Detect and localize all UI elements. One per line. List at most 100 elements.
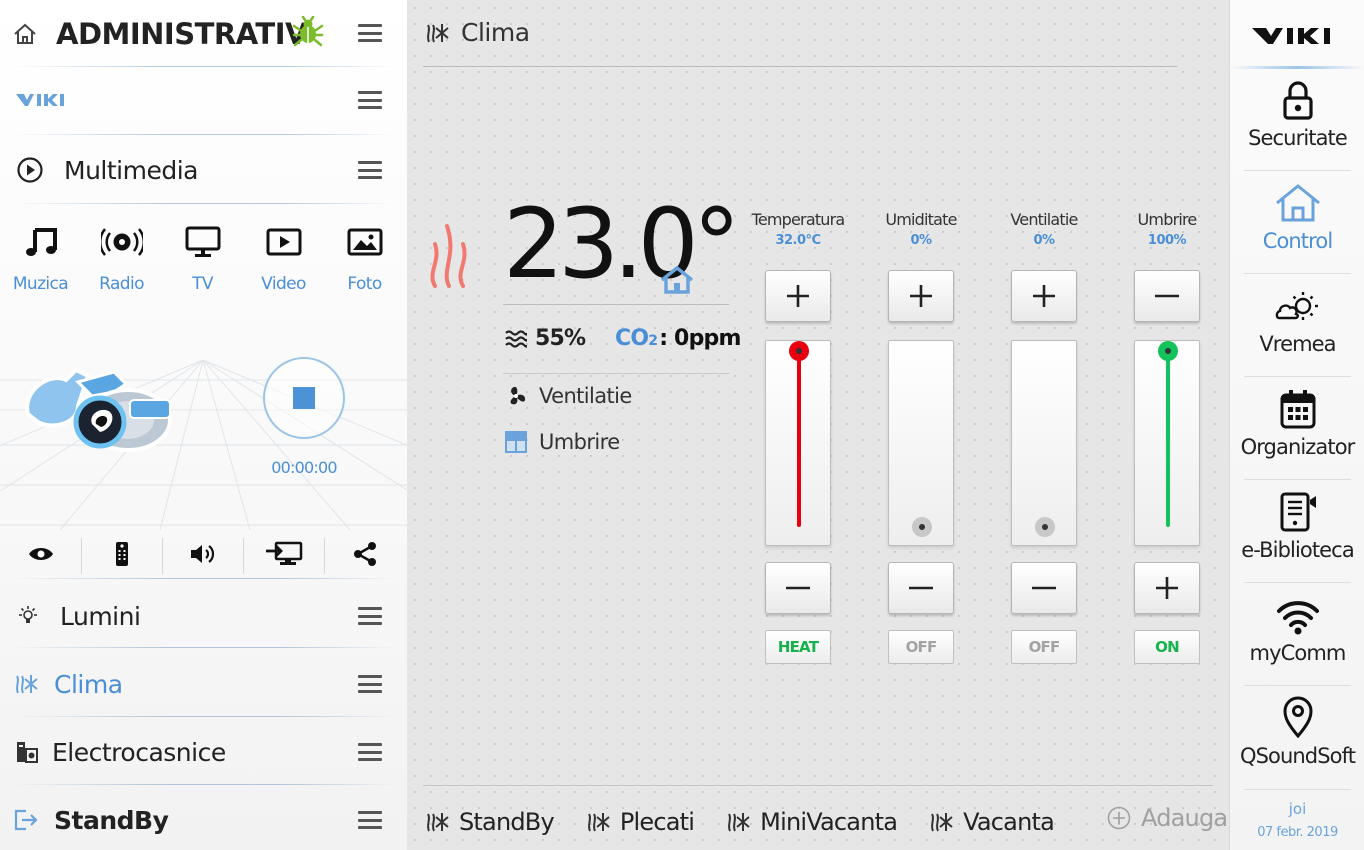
media-photo[interactable]: Foto (324, 222, 405, 302)
media-music[interactable]: Muzica (0, 222, 81, 302)
slider-track[interactable] (1134, 340, 1200, 546)
separator (1244, 582, 1351, 583)
increase-button[interactable] (888, 270, 954, 322)
scene-standby[interactable]: StandBy (425, 808, 555, 836)
decrease-button[interactable] (765, 562, 831, 614)
climate-icon (586, 811, 610, 833)
nav-mycomm[interactable]: myComm (1230, 585, 1364, 688)
option-umbrire[interactable]: Umbrire (505, 430, 620, 454)
control-value: 0% (910, 233, 932, 248)
media-label: Muzica (12, 274, 69, 294)
radio-icon (100, 227, 143, 257)
separator (12, 716, 396, 717)
control-value: 32.0°C (775, 233, 821, 248)
nav-securitate[interactable]: Securitate (1230, 70, 1364, 173)
separator (1230, 66, 1364, 69)
clima-menu-button[interactable] (358, 675, 382, 693)
media-label: TV (192, 274, 213, 294)
appliance-icon (16, 741, 38, 763)
window-blinds-icon (505, 431, 527, 453)
separator (12, 578, 396, 579)
plus-icon (1032, 284, 1056, 308)
nav-control[interactable]: Control (1230, 173, 1364, 276)
left-sidebar: ADMINISTRATIV Multimedia Muzica Radio TV… (0, 0, 407, 850)
heating-flame-icon (427, 222, 471, 288)
share-button[interactable] (324, 532, 405, 576)
slider-knob[interactable] (1158, 341, 1178, 361)
nav-vremea[interactable]: Vremea (1230, 276, 1364, 379)
scene-minivacanta[interactable]: MiniVacanta (726, 808, 898, 836)
scene-bar: StandBy Plecati MiniVacanta Vacanta (425, 800, 1086, 844)
separator (12, 647, 396, 648)
control-value: 100% (1147, 233, 1187, 248)
status-button[interactable]: OFF (888, 630, 954, 664)
stop-button[interactable] (263, 357, 345, 439)
separator (1244, 789, 1351, 790)
home-mode-icon (659, 265, 695, 295)
sidebar-item-electrocasnice[interactable]: Electrocasnice (12, 732, 396, 772)
sidebar-item-label: Clima (54, 669, 123, 699)
scene-plecati[interactable]: Plecati (586, 808, 695, 836)
slider-knob[interactable] (912, 517, 932, 537)
decrease-button[interactable] (888, 562, 954, 614)
home-icon (1274, 183, 1322, 223)
bug-icon[interactable] (292, 16, 324, 48)
co2-reading: CO 2 : 0ppm (615, 326, 741, 351)
volume-button[interactable] (162, 532, 243, 576)
climate-header: Clima (425, 18, 530, 47)
status-button[interactable]: OFF (1011, 630, 1077, 664)
slider-track[interactable] (765, 340, 831, 546)
option-ventilatie[interactable]: Ventilatie (505, 384, 632, 408)
slider-track[interactable] (1011, 340, 1077, 546)
plus-circle-icon (1107, 806, 1131, 830)
slider-knob[interactable] (1035, 517, 1055, 537)
title-menu-button[interactable] (358, 24, 382, 42)
cast-button[interactable] (243, 532, 324, 576)
climate-icon (425, 811, 449, 833)
control-title: Temperatura (751, 210, 846, 229)
sidebar-item-lumini[interactable]: Lumini (12, 596, 396, 636)
home-icon[interactable] (12, 22, 38, 46)
separator (12, 66, 396, 67)
control-title: Umiditate (885, 210, 957, 229)
slider-track[interactable] (888, 340, 954, 546)
media-tv[interactable]: TV (162, 222, 243, 302)
add-scene-button[interactable]: Adauga (1107, 804, 1228, 832)
increase-button[interactable] (1011, 270, 1077, 322)
decrease-button[interactable] (1134, 270, 1200, 322)
yiki-logo (16, 92, 64, 108)
scene-label: MiniVacanta (760, 808, 898, 836)
slider-knob[interactable] (789, 341, 809, 361)
electrocasnice-menu-button[interactable] (358, 743, 382, 761)
increase-button[interactable] (765, 270, 831, 322)
nav-organizator[interactable]: Organizator (1230, 379, 1364, 482)
separator (503, 304, 729, 305)
cast-to-screen-icon (265, 541, 303, 567)
lumini-menu-button[interactable] (358, 607, 382, 625)
status-button[interactable]: HEAT (765, 630, 831, 664)
media-video[interactable]: Video (243, 222, 324, 302)
scene-vacanta[interactable]: Vacanta (929, 808, 1055, 836)
sidebar-item-clima[interactable]: Clima (12, 664, 396, 704)
nav-label: Organizator (1240, 435, 1356, 459)
view-button[interactable] (0, 532, 81, 576)
nav-label: myComm (1249, 641, 1347, 665)
sidebar-item-label: Lumini (60, 601, 141, 631)
brand-menu-button[interactable] (358, 91, 382, 109)
nav-label: Vremea (1259, 332, 1336, 356)
separator (1244, 170, 1351, 171)
nav-qsoundsoft[interactable]: QSoundSoft (1230, 688, 1364, 791)
sidebar-item-standby[interactable]: StandBy (12, 800, 396, 840)
media-radio[interactable]: Radio (81, 222, 162, 302)
remote-button[interactable] (81, 532, 162, 576)
status-button[interactable]: ON (1134, 630, 1200, 664)
separator (12, 134, 396, 135)
standby-menu-button[interactable] (358, 811, 382, 829)
increase-button[interactable] (1134, 562, 1200, 614)
sidebar-item-multimedia[interactable]: Multimedia (12, 150, 396, 190)
player-controls (0, 532, 407, 576)
decrease-button[interactable] (1011, 562, 1077, 614)
separator (503, 373, 729, 374)
nav-e-biblioteca[interactable]: e-Biblioteca (1230, 482, 1364, 585)
multimedia-menu-button[interactable] (358, 161, 382, 179)
